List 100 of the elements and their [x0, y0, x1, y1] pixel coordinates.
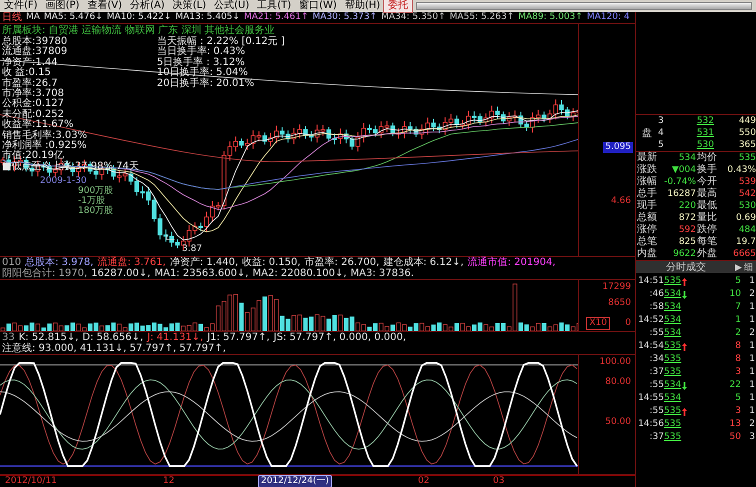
quote-label: 跌停 [697, 224, 718, 236]
menu-item[interactable]: 帮助(H) [340, 0, 384, 12]
trade-count: 2 [748, 327, 755, 340]
trade-time: 14:52 [638, 314, 664, 327]
menu-item[interactable]: 公式(U) [210, 0, 254, 12]
up-arrow-icon [682, 278, 688, 286]
moving-average-value: MA55: 5.263↑ [450, 12, 514, 23]
kdj-value: 33 [2, 332, 15, 343]
kdj-axis-label: 50.00 [604, 417, 632, 428]
detail-button[interactable]: 细 [743, 262, 754, 272]
quote-label: 总笔 [637, 236, 658, 248]
indicator-value: 阴阳包合计: 1970, [2, 268, 88, 279]
moving-average-value: MA5: 5.476↓ [44, 12, 103, 23]
stock-stat: 收 益:0.15 [2, 68, 52, 78]
trade-time: :55 [648, 405, 664, 418]
quote-label: 涨幅 [637, 176, 658, 188]
order-volume: 449 [738, 115, 756, 127]
stock-stat: 市盈率:26.7 [2, 78, 58, 89]
order-volume: 365 [738, 139, 756, 151]
trade-count: 1 [748, 314, 755, 327]
indicator-name: MA [26, 12, 40, 23]
stock-stat: 公积金:0.127 [2, 99, 65, 110]
trade-count: 1 [748, 301, 755, 314]
expand-button[interactable]: ▶ [734, 262, 743, 272]
trade-price: 534 [664, 301, 682, 314]
quote-label: 最低 [697, 200, 718, 212]
trade-price: 535 [664, 418, 682, 431]
up-arrow-icon [682, 342, 688, 350]
indicator-value: 建仓成本: 6.12↓, [383, 257, 464, 268]
indicator-value: MA2: 22080.100↓, [252, 268, 346, 279]
trade-volume: 2 [734, 327, 741, 340]
quote-label: 涨跌 [637, 164, 658, 176]
trade-volume: 13 [728, 418, 741, 431]
trade-price: 534 [664, 379, 719, 392]
moving-average-value: MA10: 5.422↓ [106, 12, 172, 23]
trade-volume: 3 [734, 366, 741, 379]
order-price: 530 [696, 139, 714, 151]
trade-count: 1 [748, 340, 755, 353]
trade-time: :37 [648, 431, 664, 444]
quote-label: 总额 [637, 212, 658, 224]
indicator-value: 市盈率: 26.700, [304, 257, 380, 268]
menu-item[interactable]: 查看(V) [83, 0, 126, 12]
trade-price: 535 [664, 405, 719, 418]
stock-stat: 流通盘:37809 [2, 47, 68, 58]
trade-count: 1 [748, 366, 755, 379]
menu-item[interactable]: 画图(P) [42, 0, 84, 12]
kdj-value: 注意线: 93.000, 41.131↓, 57.797↑, 57.797↑, [2, 343, 226, 354]
quote-label: 涨停 [637, 224, 658, 236]
trade-price: 534 [664, 314, 682, 327]
order-level: 5 [658, 139, 665, 151]
date-label: 2012/10/11 [4, 475, 58, 487]
quote-label: 今开 [697, 176, 718, 188]
turnover-stat: 当日换手率: 0.43% [156, 47, 246, 58]
kdj-value: D: 58.656↓, [82, 332, 144, 343]
trade-volume: 50 [728, 431, 741, 444]
up-arrow-icon [682, 408, 688, 416]
stock-stat: 市值:20.19亿 [2, 151, 64, 162]
trade-time: :55 [648, 379, 664, 392]
date-label: 02 [417, 475, 430, 487]
trade-time: :34 [648, 353, 664, 366]
period-label: 日线 [2, 12, 22, 23]
kdj-value: J1: 57.797↑, [207, 332, 270, 343]
quote-value: 539 [738, 176, 756, 188]
down-arrow-icon [682, 290, 688, 298]
chart-annotation: 900万股 [78, 186, 114, 196]
quote-value: 16287 [666, 188, 696, 200]
turnover-stat: 5日换手率 : 3.12% [156, 58, 245, 68]
quote-label: 换手 [697, 164, 718, 176]
indicator-value: 16287.00↓, [91, 268, 150, 279]
trade-time: :58 [648, 301, 664, 314]
quote-label: 每笔 [697, 236, 718, 248]
indicator-value: 总股本: 3.978, [25, 257, 94, 268]
kdj-axis-label: 100.00 [598, 357, 632, 368]
menu-item[interactable]: 决策(L) [168, 0, 210, 12]
trade-count: 2 [748, 288, 755, 301]
menu-item[interactable]: 工具(T) [253, 0, 296, 12]
trade-time: 14:51 [638, 275, 664, 288]
quote-label: 最高 [697, 188, 718, 200]
quote-value: 9622 [672, 248, 696, 260]
quote-value: 825 [678, 236, 696, 248]
trade-count: 1 [748, 405, 755, 418]
menu-item[interactable]: 分析(A) [126, 0, 169, 12]
order-volume: 550 [738, 127, 756, 139]
quote-value: 872 [678, 212, 696, 224]
trade-time: :55 [648, 327, 664, 340]
quote-value: 530 [738, 200, 756, 212]
down-arrow-icon [682, 382, 688, 390]
trade-volume: 3 [734, 405, 741, 418]
trade-volume: 22 [728, 379, 741, 392]
chart-annotation: 180万股 [78, 206, 114, 216]
trade-price: 535 [664, 340, 719, 353]
quote-label: 最新 [637, 152, 658, 164]
quote-value: 535 [738, 152, 756, 164]
turnover-stat: 当天振幅 : 2.22% [0.12元 ] [156, 37, 285, 47]
moving-average-value: MA13: 5.405↓ [175, 12, 240, 23]
stock-stat: 市净率:3.708 [2, 89, 65, 100]
price-axis-label: 4.66 [610, 196, 632, 207]
quote-value: 534 [678, 152, 696, 164]
quote-label: 总手 [637, 188, 658, 200]
trade-price: 534 [664, 288, 719, 301]
